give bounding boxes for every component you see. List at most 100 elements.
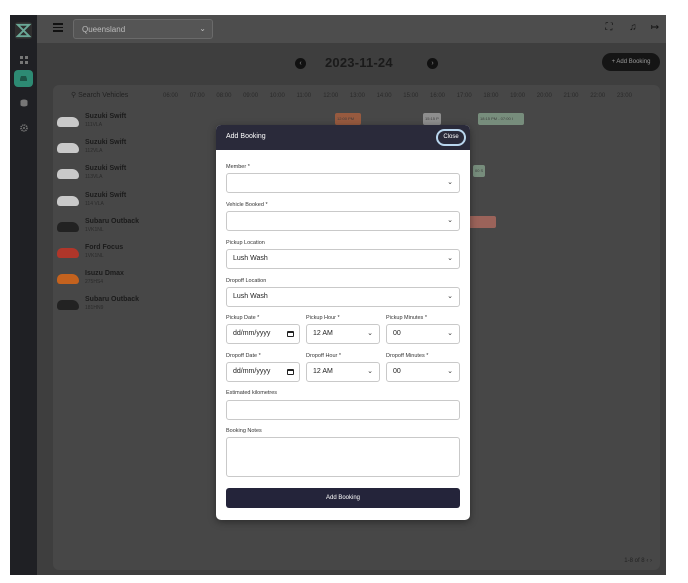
- hour-label: 14:00: [376, 93, 392, 99]
- logout-icon[interactable]: ↦: [649, 22, 661, 34]
- sidebar-item-vehicles[interactable]: [14, 70, 33, 87]
- prev-day-button[interactable]: ‹: [295, 58, 306, 69]
- dropoff-hour-select[interactable]: 12 AM ⌄: [306, 362, 380, 382]
- vehicle-row[interactable]: Suzuki Swift 112VLA: [57, 137, 157, 161]
- pickup-minutes-label: Pickup Minutes *: [386, 315, 427, 321]
- vehicle-name: Subaru Outback: [85, 296, 140, 304]
- booking-block[interactable]: [468, 216, 496, 228]
- car-icon: [20, 76, 27, 81]
- dropoff-location-value: Lush Wash: [233, 293, 268, 300]
- vehicle-row[interactable]: Ford Focus 1VK1NL: [57, 242, 157, 266]
- schedule-date: 2023-11-24: [325, 55, 393, 70]
- chevron-down-icon: ⌄: [447, 330, 453, 337]
- dropoff-date-value: dd/mm/yyyy: [233, 368, 271, 375]
- submit-booking-button[interactable]: Add Booking: [226, 488, 460, 508]
- pagination: 1-8 of 8 ‹ ›: [624, 558, 652, 564]
- calendar-icon[interactable]: [287, 331, 294, 337]
- vehicle-plate: 111VLA: [85, 122, 103, 128]
- booking-block[interactable]: 00 S: [473, 165, 485, 177]
- vehicle-select[interactable]: ⌄: [226, 211, 460, 231]
- hour-header: 06:00 07:00 08:00 09:00 10:00 11:00 12:00 13:00…: [163, 93, 653, 103]
- hour-label: 12:00: [323, 93, 339, 99]
- hour-label: 07:00: [189, 93, 205, 99]
- notes-textarea[interactable]: [226, 437, 460, 477]
- vehicle-name: Suzuki Swift: [85, 139, 127, 147]
- vehicle-row[interactable]: Subaru Outback 1VK1NL: [57, 216, 157, 240]
- member-label: Member *: [226, 164, 250, 170]
- vehicle-plate: 112VLA: [85, 148, 103, 155]
- sidebar-item-data[interactable]: [14, 94, 33, 111]
- sidebar-item-settings[interactable]: [14, 119, 33, 136]
- vehicle-name: Suzuki Swift: [85, 165, 127, 173]
- car-thumbnail-icon: [57, 195, 79, 206]
- hour-label: 11:00: [296, 93, 312, 99]
- next-day-button[interactable]: ›: [427, 58, 438, 69]
- pickup-minutes-select[interactable]: 00 ⌄: [386, 324, 460, 344]
- pickup-location-label: Pickup Location: [226, 240, 265, 246]
- chevron-down-icon: ⌄: [447, 368, 453, 375]
- next-page-icon[interactable]: ›: [650, 558, 652, 564]
- vehicle-plate: 1VK1NL: [85, 253, 104, 259]
- dropoff-minutes-select[interactable]: 00 ⌄: [386, 362, 460, 382]
- calendar-icon[interactable]: [287, 369, 294, 375]
- vehicle-row[interactable]: Isuzu Dmax 275HS4: [57, 268, 157, 292]
- hour-label: 06:00: [163, 93, 179, 99]
- dropoff-location-label: Dropoff Location: [226, 278, 267, 284]
- booking-block[interactable]: 15:15 P: [423, 113, 441, 125]
- vehicle-plate: 1VK1NL: [85, 226, 104, 233]
- pickup-date-input[interactable]: dd/mm/yyyy: [226, 324, 300, 344]
- dropoff-date-input[interactable]: dd/mm/yyyy: [226, 362, 300, 382]
- notes-label: Booking Notes: [226, 428, 262, 434]
- vehicle-name: Isuzu Dmax: [85, 270, 124, 278]
- vehicle-plate: 113VLA: [85, 174, 103, 181]
- chevron-down-icon: ⌄: [447, 255, 453, 262]
- close-button[interactable]: Close: [436, 129, 466, 146]
- vehicle-row[interactable]: Suzuki Swift 111VLA: [57, 111, 157, 135]
- member-select[interactable]: ⌄: [226, 173, 460, 193]
- chevron-down-icon: ⌄: [447, 217, 453, 224]
- hour-label: 17:00: [456, 93, 472, 99]
- region-select-value: Queensland: [82, 25, 126, 34]
- hour-label: 13:00: [349, 93, 365, 99]
- app-logo-icon: [14, 21, 33, 40]
- vehicle-label: Vehicle Booked *: [226, 202, 268, 208]
- pickup-hour-select[interactable]: 12 AM ⌄: [306, 324, 380, 344]
- vehicle-plate: 181HN9: [85, 305, 104, 312]
- pickup-date-value: dd/mm/yyyy: [233, 330, 271, 337]
- region-select[interactable]: Queensland ⌄: [73, 19, 213, 39]
- booking-block[interactable]: 18:15 PM - 07:00 I: [478, 113, 524, 125]
- hour-label: 09:00: [243, 93, 259, 99]
- vehicle-row[interactable]: Subaru Outback 181HN9: [57, 294, 157, 318]
- pickup-date-label: Pickup Date *: [226, 315, 260, 321]
- app-window: Queensland ⌄ ⛶ ♫ ↦ ‹ 2023-11-24 › + Add …: [10, 15, 666, 575]
- sidebar-item-dashboard[interactable]: [14, 51, 33, 68]
- chevron-down-icon: ⌄: [367, 368, 373, 375]
- hour-label: 19:00: [510, 93, 526, 99]
- modal-title: Add Booking: [226, 133, 266, 140]
- add-booking-button[interactable]: + Add Booking: [602, 53, 660, 71]
- vehicle-row[interactable]: Suzuki Swift 113VLA: [57, 163, 157, 187]
- database-icon: [20, 99, 27, 106]
- hour-label: 08:00: [216, 93, 232, 99]
- km-input[interactable]: [226, 400, 460, 420]
- vehicle-plate: 275HS4: [85, 279, 104, 286]
- hour-label: 18:00: [483, 93, 499, 99]
- pickup-location-select[interactable]: Lush Wash ⌄: [226, 249, 460, 269]
- fullscreen-icon[interactable]: ⛶: [603, 22, 615, 34]
- hour-label: 21:00: [563, 93, 579, 99]
- vehicle-plate: 114 VLA: [85, 200, 104, 207]
- dropoff-location-select[interactable]: Lush Wash ⌄: [226, 287, 460, 307]
- booking-block[interactable]: 12:00 PM: [335, 113, 361, 125]
- pickup-minutes-value: 00: [393, 330, 401, 337]
- hour-label: 20:00: [536, 93, 552, 99]
- dashboard-icon: [19, 55, 28, 64]
- vehicle-row[interactable]: Suzuki Swift 114 VLA: [57, 190, 157, 214]
- topbar: Queensland ⌄ ⛶ ♫ ↦: [37, 15, 666, 43]
- car-thumbnail-icon: [57, 221, 79, 232]
- dropoff-minutes-value: 00: [393, 368, 401, 375]
- chevron-down-icon: ⌄: [367, 330, 373, 337]
- vehicle-search[interactable]: ⚲ Search Vehicles: [71, 91, 128, 99]
- settings-icon: [19, 123, 28, 132]
- hamburger-icon[interactable]: [53, 23, 63, 32]
- bell-icon[interactable]: ♫: [627, 22, 639, 34]
